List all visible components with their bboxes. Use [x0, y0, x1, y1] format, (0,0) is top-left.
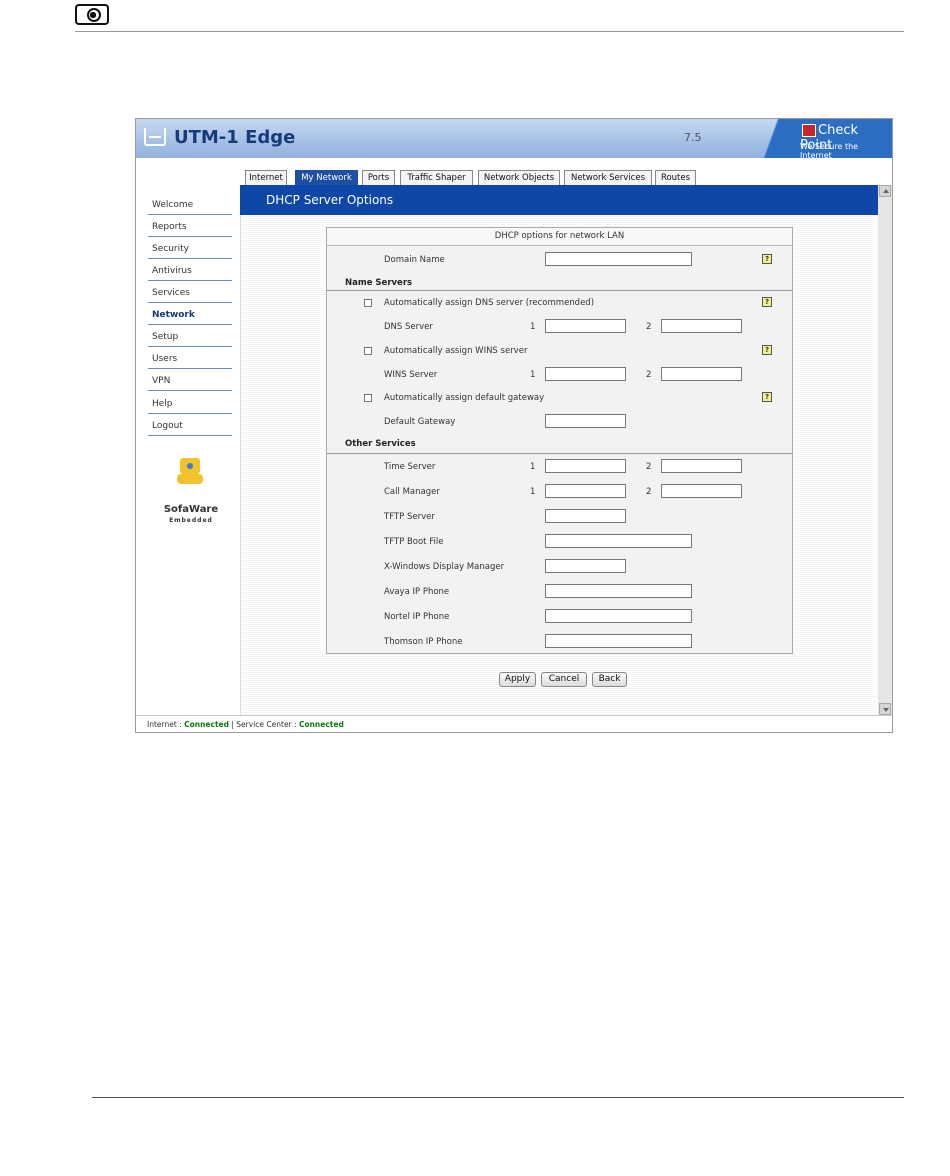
- sidebar-item-reports[interactable]: Reports: [148, 216, 232, 237]
- scroll-up-icon[interactable]: [879, 185, 891, 197]
- sidebar-item-logout[interactable]: Logout: [148, 415, 232, 436]
- app-window: UTM-1 Edge 7.5 Check Point We Secure the…: [135, 118, 893, 733]
- tftp-server-field[interactable]: [545, 509, 626, 523]
- page-title: DHCP Server Options: [266, 193, 394, 207]
- help-icon[interactable]: ?: [762, 392, 772, 402]
- service-center-status-value: Connected: [298, 720, 344, 729]
- vertical-scrollbar[interactable]: [878, 185, 892, 715]
- dns-server-1-field[interactable]: [545, 319, 626, 333]
- default-gateway-field[interactable]: [545, 414, 626, 428]
- back-button[interactable]: Back: [592, 672, 627, 687]
- tab-routes[interactable]: Routes: [655, 170, 696, 185]
- section-divider: [327, 453, 792, 454]
- auto-dns-label: Automatically assign DNS server (recomme…: [384, 298, 595, 308]
- sidebar-item-users[interactable]: Users: [148, 348, 232, 369]
- help-icon[interactable]: ?: [762, 345, 772, 355]
- wins-server-2-index: 2: [646, 370, 652, 380]
- time-server-label: Time Server: [384, 462, 436, 472]
- apply-button[interactable]: Apply: [499, 672, 536, 687]
- dns-server-2-field[interactable]: [661, 319, 742, 333]
- status-bar: Internet : Connected | Service Center : …: [136, 715, 892, 732]
- internet-status-label: Internet :: [147, 720, 185, 729]
- domain-name-label: Domain Name: [384, 255, 445, 265]
- wins-server-label: WINS Server: [384, 370, 438, 380]
- sidebar-item-services[interactable]: Services: [148, 282, 232, 303]
- sidebar-item-vpn[interactable]: VPN: [148, 370, 232, 391]
- wins-server-1-field[interactable]: [545, 367, 626, 381]
- sidebar-item-antivirus[interactable]: Antivirus: [148, 260, 232, 281]
- auto-dns-checkbox[interactable]: [364, 299, 372, 307]
- tab-network-objects[interactable]: Network Objects: [478, 170, 560, 185]
- scroll-down-icon[interactable]: [879, 703, 891, 715]
- default-gateway-label: Default Gateway: [384, 417, 456, 427]
- service-center-status-label: | Service Center :: [229, 720, 299, 729]
- auto-wins-checkbox[interactable]: [364, 347, 372, 355]
- auto-gateway-label: Automatically assign default gateway: [384, 393, 545, 403]
- page-header: DHCP Server Options: [240, 185, 878, 215]
- avaya-label: Avaya IP Phone: [384, 587, 450, 597]
- call-manager-1-index: 1: [530, 487, 536, 497]
- brand-tagline: We Secure the Internet: [800, 142, 859, 160]
- dns-server-label: DNS Server: [384, 322, 433, 332]
- auto-wins-label: Automatically assign WINS server: [384, 346, 528, 356]
- sidebar-item-setup[interactable]: Setup: [148, 326, 232, 347]
- tab-ports[interactable]: Ports: [362, 170, 395, 185]
- app-version: 7.5: [684, 131, 702, 144]
- tftp-boot-file-field[interactable]: [545, 534, 692, 548]
- top-divider: [75, 31, 904, 32]
- thomson-field[interactable]: [545, 634, 692, 648]
- title-bar: UTM-1 Edge 7.5 Check Point We Secure the…: [136, 119, 892, 160]
- bottom-divider: [92, 1097, 904, 1098]
- cancel-button[interactable]: Cancel: [541, 672, 587, 687]
- internet-status-value: Connected: [184, 720, 229, 729]
- auto-gateway-checkbox[interactable]: [364, 394, 372, 402]
- wins-server-1-index: 1: [530, 370, 536, 380]
- dhcp-options-form: DHCP options for network LAN Domain Name…: [326, 227, 793, 654]
- call-manager-2-index: 2: [646, 487, 652, 497]
- time-server-1-field[interactable]: [545, 459, 626, 473]
- app-title: UTM-1 Edge: [174, 127, 296, 148]
- domain-name-field[interactable]: [545, 252, 692, 266]
- tftp-server-label: TFTP Server: [384, 512, 435, 522]
- xwindows-label: X-Windows Display Manager: [384, 562, 505, 572]
- tab-traffic-shaper[interactable]: Traffic Shaper: [400, 170, 473, 185]
- router-logo-icon: [144, 128, 166, 146]
- time-server-2-index: 2: [646, 462, 652, 472]
- section-divider: [327, 290, 792, 291]
- sidebar-item-welcome[interactable]: Welcome: [148, 194, 232, 215]
- time-server-1-index: 1: [530, 462, 536, 472]
- name-servers-heading: Name Servers: [345, 278, 413, 288]
- sidebar-item-network[interactable]: Network: [148, 304, 232, 325]
- sidebar-item-help[interactable]: Help: [148, 393, 232, 414]
- tab-network-services[interactable]: Network Services: [564, 170, 652, 185]
- tftp-boot-file-label: TFTP Boot File: [384, 537, 444, 547]
- dns-server-2-index: 2: [646, 322, 652, 332]
- help-icon[interactable]: ?: [762, 297, 772, 307]
- sidebar-item-security[interactable]: Security: [148, 238, 232, 259]
- sofaware-logo-text: SofaWare: [163, 504, 219, 515]
- call-manager-label: Call Manager: [384, 487, 440, 497]
- nortel-field[interactable]: [545, 609, 692, 623]
- nortel-label: Nortel IP Phone: [384, 612, 450, 622]
- sofaware-logo-icon: [170, 456, 210, 504]
- dns-server-1-index: 1: [530, 322, 536, 332]
- sidebar: Welcome Reports Security Antivirus Servi…: [136, 158, 240, 715]
- thomson-label: Thomson IP Phone: [384, 637, 463, 647]
- call-manager-1-field[interactable]: [545, 484, 626, 498]
- avaya-field[interactable]: [545, 584, 692, 598]
- tab-internet[interactable]: Internet: [245, 170, 287, 185]
- xwindows-field[interactable]: [545, 559, 626, 573]
- call-manager-2-field[interactable]: [661, 484, 742, 498]
- form-title: DHCP options for network LAN: [327, 228, 792, 246]
- tab-my-network[interactable]: My Network: [295, 170, 358, 185]
- help-icon[interactable]: ?: [762, 254, 772, 264]
- time-server-2-field[interactable]: [661, 459, 742, 473]
- sofaware-logo-subtext: Embedded: [169, 517, 213, 524]
- other-services-heading: Other Services: [345, 439, 416, 449]
- wins-server-2-field[interactable]: [661, 367, 742, 381]
- document-logo-icon: [75, 4, 109, 25]
